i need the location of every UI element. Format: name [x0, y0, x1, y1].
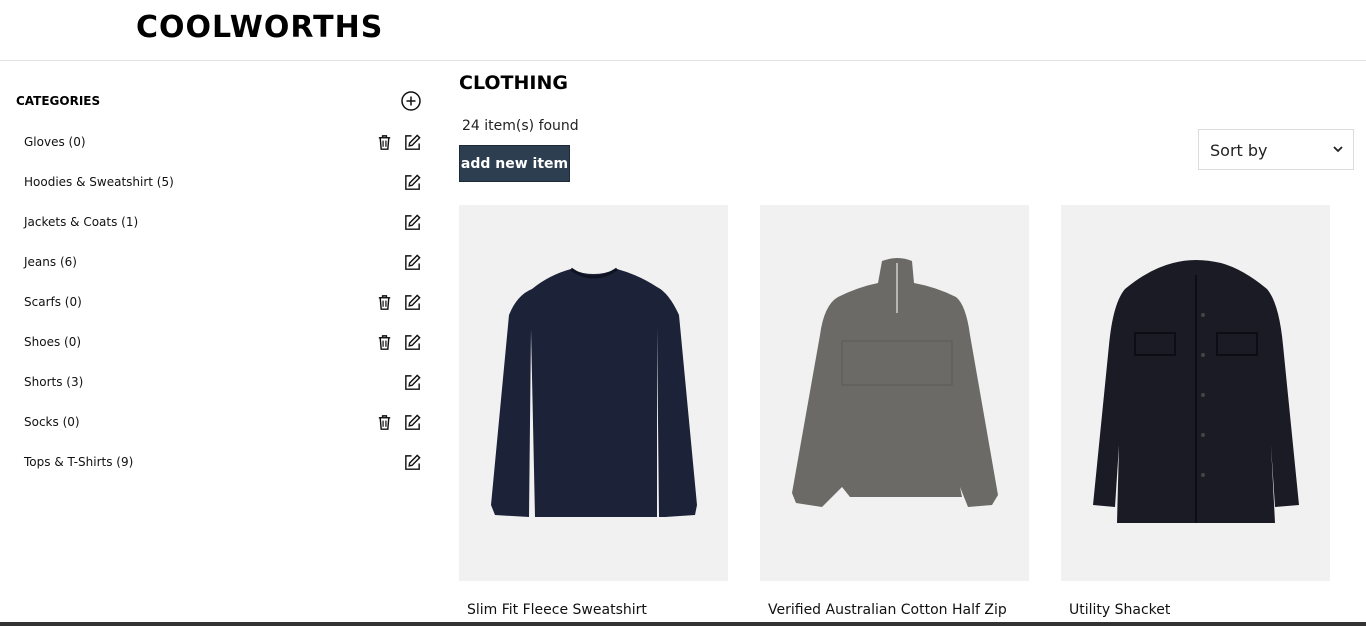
category-item: Socks (0) — [0, 403, 440, 443]
product-image[interactable] — [760, 205, 1029, 581]
edit-icon[interactable] — [403, 333, 422, 352]
category-item: Jeans (6) — [0, 243, 440, 283]
category-item: Scarfs (0) — [0, 283, 440, 323]
product-name[interactable]: Slim Fit Fleece Sweatshirt — [467, 602, 647, 618]
trash-icon[interactable] — [375, 133, 394, 152]
category-label[interactable]: Jackets & Coats (1) — [24, 215, 138, 229]
shacket-image — [1093, 260, 1299, 523]
category-item: Gloves (0) — [0, 123, 440, 163]
product-shape — [792, 258, 998, 507]
edit-icon[interactable] — [403, 213, 422, 232]
main-content: CLOTHING 24 item(s) found add new item S… — [459, 61, 1366, 626]
product-name[interactable]: Utility Shacket — [1069, 602, 1170, 618]
category-label[interactable]: Hoodies & Sweatshirt (5) — [24, 175, 174, 189]
category-item: Hoodies & Sweatshirt (5) — [0, 163, 440, 203]
trash-icon[interactable] — [375, 333, 394, 352]
site-header: COOLWORTHS — [0, 0, 1366, 61]
product-card[interactable]: Slim Fit Fleece Sweatshirt — [459, 205, 728, 618]
edit-icon[interactable] — [403, 133, 422, 152]
category-label[interactable]: Tops & T-Shirts (9) — [24, 455, 133, 469]
chevron-down-icon — [1333, 146, 1343, 153]
product-name[interactable]: Verified Australian Cotton Half Zip — [768, 602, 1007, 618]
half-zip-image — [792, 258, 998, 507]
edit-icon[interactable] — [403, 373, 422, 392]
add-new-item-button[interactable]: add new item — [459, 145, 570, 182]
sort-select[interactable]: Sort by — [1198, 129, 1354, 170]
category-label[interactable]: Scarfs (0) — [24, 295, 82, 309]
categories-heading: CATEGORIES — [16, 94, 101, 108]
product-shape — [491, 269, 697, 517]
product-image[interactable] — [459, 205, 728, 581]
sort-select-value: Sort by — [1210, 141, 1268, 160]
brand-logo[interactable]: COOLWORTHS — [136, 10, 383, 45]
page-title: CLOTHING — [459, 72, 568, 94]
product-card[interactable]: Verified Australian Cotton Half Zip — [760, 205, 1029, 618]
category-item: Tops & T-Shirts (9) — [0, 443, 440, 483]
category-label[interactable]: Jeans (6) — [24, 255, 77, 269]
product-card[interactable]: Utility Shacket — [1061, 205, 1330, 618]
edit-icon[interactable] — [403, 253, 422, 272]
edit-icon[interactable] — [403, 293, 422, 312]
sweatshirt-image — [491, 267, 697, 517]
categories-sidebar: CATEGORIES Gloves (0) Hoodies & Sweatshir… — [0, 61, 440, 626]
category-label[interactable]: Socks (0) — [24, 415, 80, 429]
edit-icon[interactable] — [403, 453, 422, 472]
add-category-icon[interactable] — [400, 90, 422, 112]
product-image[interactable] — [1061, 205, 1330, 581]
category-label[interactable]: Shoes (0) — [24, 335, 81, 349]
category-item: Shoes (0) — [0, 323, 440, 363]
category-label[interactable]: Gloves (0) — [24, 135, 86, 149]
edit-icon[interactable] — [403, 173, 422, 192]
edit-icon[interactable] — [403, 413, 422, 432]
category-label[interactable]: Shorts (3) — [24, 375, 83, 389]
category-item: Jackets & Coats (1) — [0, 203, 440, 243]
items-found-count: 24 item(s) found — [462, 118, 579, 134]
category-list: Gloves (0) Hoodies & Sweatshirt (5) Jacket… — [0, 123, 440, 483]
trash-icon[interactable] — [375, 293, 394, 312]
trash-icon[interactable] — [375, 413, 394, 432]
bottom-edge — [0, 622, 1366, 626]
category-item: Shorts (3) — [0, 363, 440, 403]
